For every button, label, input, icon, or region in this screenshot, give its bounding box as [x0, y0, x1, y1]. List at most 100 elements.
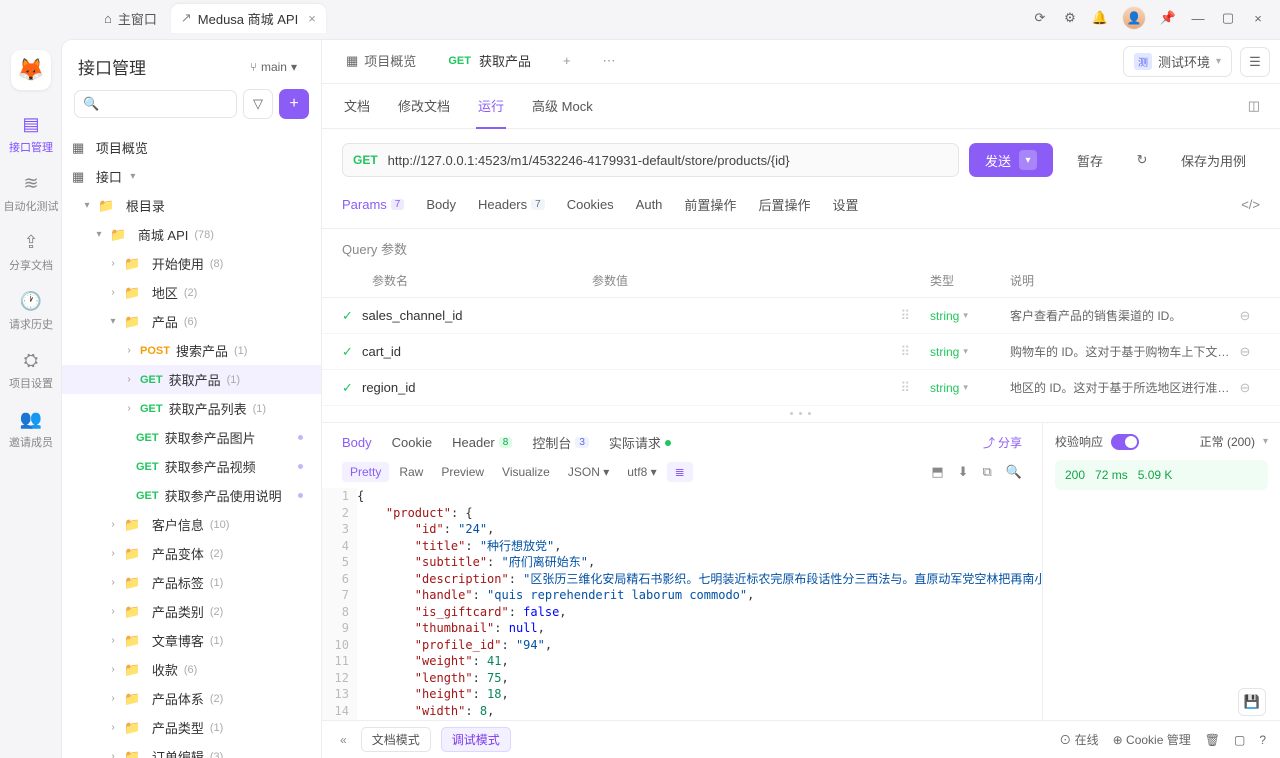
resptab-console[interactable]: 控制台3 [532, 433, 589, 452]
param-row[interactable]: ✓sales_channel_id⠿string▾客户查看产品的销售渠道的 ID… [322, 298, 1280, 334]
tree-api-item[interactable]: ›POST搜索产品(1) [62, 336, 321, 365]
pause-button[interactable]: 暂存 [1063, 143, 1117, 177]
resptab-cookie[interactable]: Cookie [392, 435, 432, 450]
tree-folder[interactable]: ›📁 产品类别(2) [62, 597, 321, 626]
tree-folder[interactable]: ›📁 产品体系(2) [62, 684, 321, 713]
subtab-run[interactable]: 运行 [476, 84, 506, 129]
resptab-body[interactable]: Body [342, 435, 372, 450]
resize-handle[interactable]: • • • [322, 406, 1280, 422]
tree-folder[interactable]: ▾📁 产品(6) [62, 307, 321, 336]
subtab-doc[interactable]: 文档 [342, 84, 372, 129]
tree-folder[interactable]: ›📁 文章博客(1) [62, 626, 321, 655]
reqtab-params[interactable]: Params7 [342, 193, 404, 216]
chevron-down-icon[interactable]: ▾ [1019, 150, 1037, 170]
reqtab-auth[interactable]: Auth [636, 193, 663, 216]
tab-current-api[interactable]: GET获取产品 [434, 41, 545, 82]
tree-api-item[interactable]: GET获取参产品图片 [62, 423, 321, 452]
save-example-button[interactable]: 保存为用例 [1167, 143, 1260, 177]
download-icon[interactable]: ⬇ [958, 464, 969, 480]
code-icon[interactable]: </> [1241, 197, 1260, 212]
tree-folder[interactable]: ›📁 产品类型(1) [62, 713, 321, 742]
bell-icon[interactable]: 🔔 [1092, 10, 1108, 26]
add-button[interactable]: + [279, 89, 309, 119]
tree-api-item[interactable]: ›GET获取产品列表(1) [62, 394, 321, 423]
branch-selector[interactable]: ⑂ main ▾ [242, 57, 305, 77]
view-json[interactable]: JSON ▾ [560, 462, 617, 482]
tree-folder[interactable]: ▾📁 根目录 [62, 191, 321, 220]
verify-toggle[interactable] [1111, 434, 1139, 450]
tree-folder[interactable]: ▾📁 商城 API(78) [62, 220, 321, 249]
view-preview[interactable]: Preview [433, 462, 492, 482]
reset-icon[interactable]: ↻ [1127, 145, 1157, 175]
tab-overview[interactable]: ▦项目概览 [332, 41, 430, 82]
collapse-icon[interactable]: « [336, 729, 351, 751]
tree-folder[interactable]: ›📁 客户信息(10) [62, 510, 321, 539]
reqtab-settings[interactable]: 设置 [832, 191, 858, 218]
wrap-icon[interactable]: ≣ [667, 462, 693, 482]
avatar[interactable]: 👤 [1122, 6, 1146, 30]
search-input[interactable]: 🔍 [74, 90, 237, 118]
project-tab[interactable]: ↗ Medusa 商城 API × [171, 4, 326, 33]
cookie-mgmt-button[interactable]: ⊕ Cookie 管理 [1113, 731, 1191, 748]
resptab-header[interactable]: Header8 [452, 435, 512, 450]
share-button[interactable]: ⤴ 分享 [983, 434, 1022, 451]
response-body[interactable]: 12345678910111213141516171819 { "product… [322, 488, 1042, 720]
view-raw[interactable]: Raw [391, 462, 431, 482]
tab-add[interactable]: + [549, 43, 585, 80]
filter-button[interactable]: ▽ [243, 89, 273, 119]
tree-folder[interactable]: ›📁 开始使用(8) [62, 249, 321, 278]
reqtab-headers[interactable]: Headers7 [478, 193, 545, 216]
tree-folder[interactable]: ›📁 订单编辑(3) [62, 742, 321, 758]
env-selector[interactable]: 测测试环境▾ [1123, 46, 1232, 77]
view-visualize[interactable]: Visualize [494, 462, 558, 482]
tree-folder[interactable]: ›📁 产品标签(1) [62, 568, 321, 597]
tree-api-item[interactable]: ›GET获取产品(1) [62, 365, 321, 394]
remove-icon[interactable]: ⊖ [1230, 308, 1260, 324]
save-icon[interactable]: 💾 [1238, 688, 1266, 716]
text-mode-button[interactable]: 文档模式 [361, 727, 431, 752]
layout-icon[interactable]: ◫ [1248, 98, 1260, 114]
close-tab-icon[interactable]: × [308, 11, 316, 26]
find-icon[interactable]: 🔍 [1006, 464, 1022, 480]
check-icon[interactable]: ✓ [342, 344, 362, 360]
minimize-icon[interactable]: — [1190, 10, 1206, 26]
rail-history[interactable]: 🕐请求历史 [3, 283, 59, 338]
reqtab-cookies[interactable]: Cookies [567, 193, 614, 216]
reqtab-body[interactable]: Body [426, 193, 456, 216]
settings-icon[interactable]: ⚙ [1062, 10, 1078, 26]
send-button[interactable]: 发送▾ [969, 143, 1053, 177]
view-pretty[interactable]: Pretty [342, 462, 389, 482]
copy-icon[interactable]: ⧉ [983, 464, 992, 480]
rail-share[interactable]: ⇪分享文档 [3, 224, 59, 279]
window-close-icon[interactable]: × [1250, 10, 1266, 26]
url-input[interactable]: GET http://127.0.0.1:4523/m1/4532246-417… [342, 143, 959, 177]
remove-icon[interactable]: ⊖ [1230, 380, 1260, 396]
tree-api-item[interactable]: GET获取参产品使用说明 [62, 481, 321, 510]
pin-icon[interactable]: 📌 [1160, 10, 1176, 26]
tree-api-item[interactable]: GET获取参产品视频 [62, 452, 321, 481]
menu-button[interactable]: ☰ [1240, 47, 1270, 77]
check-icon[interactable]: ✓ [342, 380, 362, 396]
tab-more[interactable]: ⋯ [589, 43, 630, 81]
maximize-icon[interactable]: ▢ [1220, 10, 1236, 26]
refresh-icon[interactable]: ⟳ [1032, 10, 1048, 26]
terminal-icon[interactable]: ▢ [1234, 733, 1245, 747]
trash-icon[interactable]: 🗑 [1205, 733, 1220, 747]
rail-api-mgmt[interactable]: ▤接口管理 [3, 106, 59, 161]
remove-icon[interactable]: ⊖ [1230, 344, 1260, 360]
help-icon[interactable]: ? [1259, 733, 1266, 747]
reqtab-post[interactable]: 后置操作 [758, 191, 810, 218]
reqtab-pre[interactable]: 前置操作 [684, 191, 736, 218]
rail-project-settings[interactable]: ⛭项目设置 [3, 342, 59, 397]
tree-overview[interactable]: ▦ 项目概览 [62, 133, 321, 162]
tree-folder[interactable]: ›📁 产品变体(2) [62, 539, 321, 568]
subtab-edit[interactable]: 修改文档 [396, 84, 452, 129]
param-row[interactable]: ✓region_id⠿string▾地区的 ID。这对于基于所选地区进行准确定⊖ [322, 370, 1280, 406]
save-response-icon[interactable]: ⬒ [931, 464, 943, 480]
rail-invite[interactable]: 👥邀请成员 [3, 401, 59, 456]
app-logo[interactable]: 🦊 [11, 50, 51, 90]
rail-autotest[interactable]: ≋自动化测试 [3, 165, 59, 220]
debug-mode-button[interactable]: 调试模式 [441, 727, 511, 752]
tree-folder[interactable]: ›📁 地区(2) [62, 278, 321, 307]
subtab-mock[interactable]: 高级 Mock [530, 84, 595, 129]
